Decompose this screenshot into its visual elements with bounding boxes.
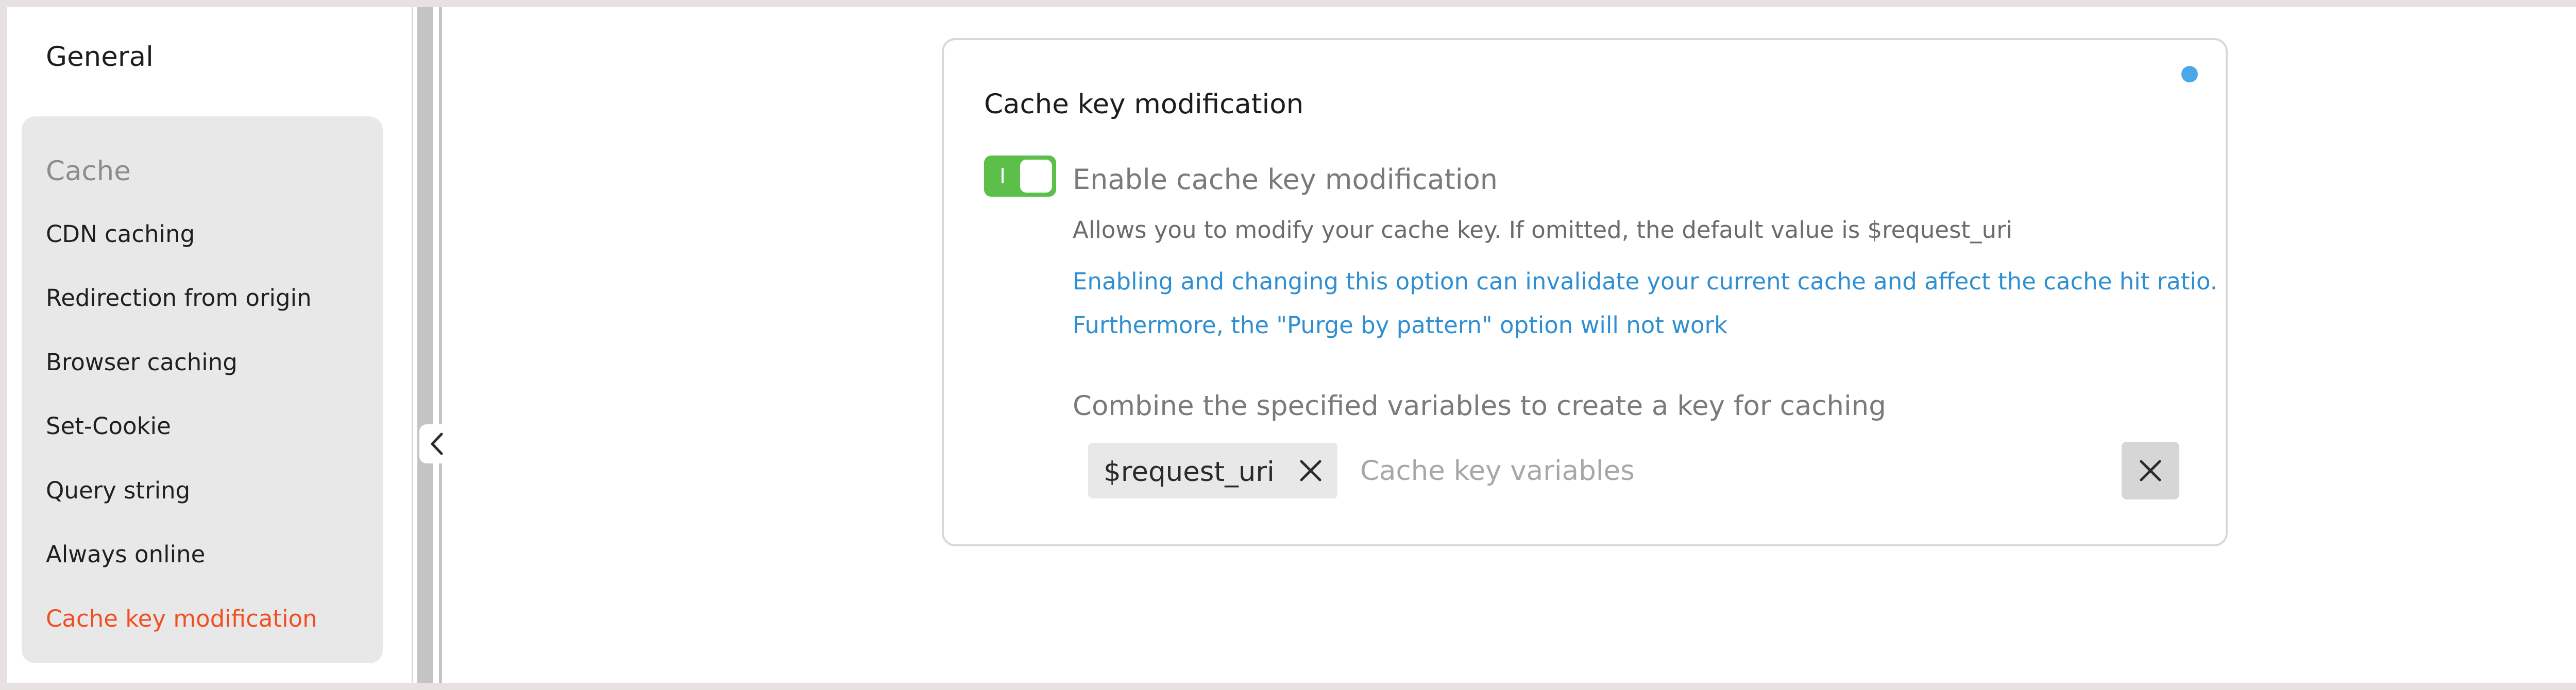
close-icon bbox=[2140, 460, 2161, 481]
sidebar-item-cache-key-modification[interactable]: Cache key modification bbox=[46, 607, 317, 630]
cache-key-modification-card: Cache key modification Enable cache key … bbox=[942, 38, 2228, 546]
combine-variables-label: Combine the specified variables to creat… bbox=[1073, 390, 1886, 422]
sidebar-item-always-online[interactable]: Always online bbox=[46, 543, 205, 566]
sidebar-item-redirection-from-origin[interactable]: Redirection from origin bbox=[46, 286, 312, 309]
sidebar: General Cache CDN caching Redirection fr… bbox=[7, 7, 417, 683]
close-icon bbox=[1300, 460, 1321, 481]
warning-text-line-2: Furthermore, the "Purge by pattern" opti… bbox=[1073, 312, 1728, 339]
cache-key-variables-input[interactable] bbox=[1360, 445, 2081, 496]
chevron-left-icon bbox=[431, 433, 443, 455]
sidebar-item-query-string[interactable]: Query string bbox=[46, 479, 190, 502]
enable-cache-key-toggle[interactable] bbox=[984, 156, 1056, 197]
status-dot-indicator bbox=[2181, 66, 2198, 82]
sidebar-item-set-cookie[interactable]: Set-Cookie bbox=[46, 415, 171, 438]
variable-tag: $request_uri bbox=[1088, 443, 1337, 498]
card-title: Cache key modification bbox=[984, 89, 1304, 120]
remove-tag-button[interactable] bbox=[1296, 456, 1325, 485]
content-divider bbox=[439, 7, 442, 683]
clear-variables-button[interactable] bbox=[2122, 442, 2179, 499]
app-window: General Cache CDN caching Redirection fr… bbox=[7, 7, 2576, 683]
variable-tag-label: $request_uri bbox=[1104, 456, 1275, 488]
collapse-sidebar-button[interactable] bbox=[419, 424, 454, 463]
toggle-knob bbox=[1020, 160, 1052, 193]
toggle-on-mark bbox=[1002, 168, 1004, 183]
sidebar-group-cache: Cache CDN caching Redirection from origi… bbox=[22, 116, 383, 663]
sidebar-item-cdn-caching[interactable]: CDN caching bbox=[46, 222, 195, 246]
sidebar-item-browser-caching[interactable]: Browser caching bbox=[46, 351, 238, 374]
sidebar-group-header: Cache bbox=[46, 156, 131, 187]
sidebar-title: General bbox=[46, 41, 154, 73]
toggle-label: Enable cache key modification bbox=[1073, 163, 1498, 196]
sidebar-resize-handle[interactable] bbox=[417, 7, 433, 683]
option-description: Allows you to modify your cache key. If … bbox=[1073, 216, 2013, 244]
sidebar-divider bbox=[412, 7, 413, 683]
warning-text-line-1: Enabling and changing this option can in… bbox=[1073, 268, 2218, 295]
